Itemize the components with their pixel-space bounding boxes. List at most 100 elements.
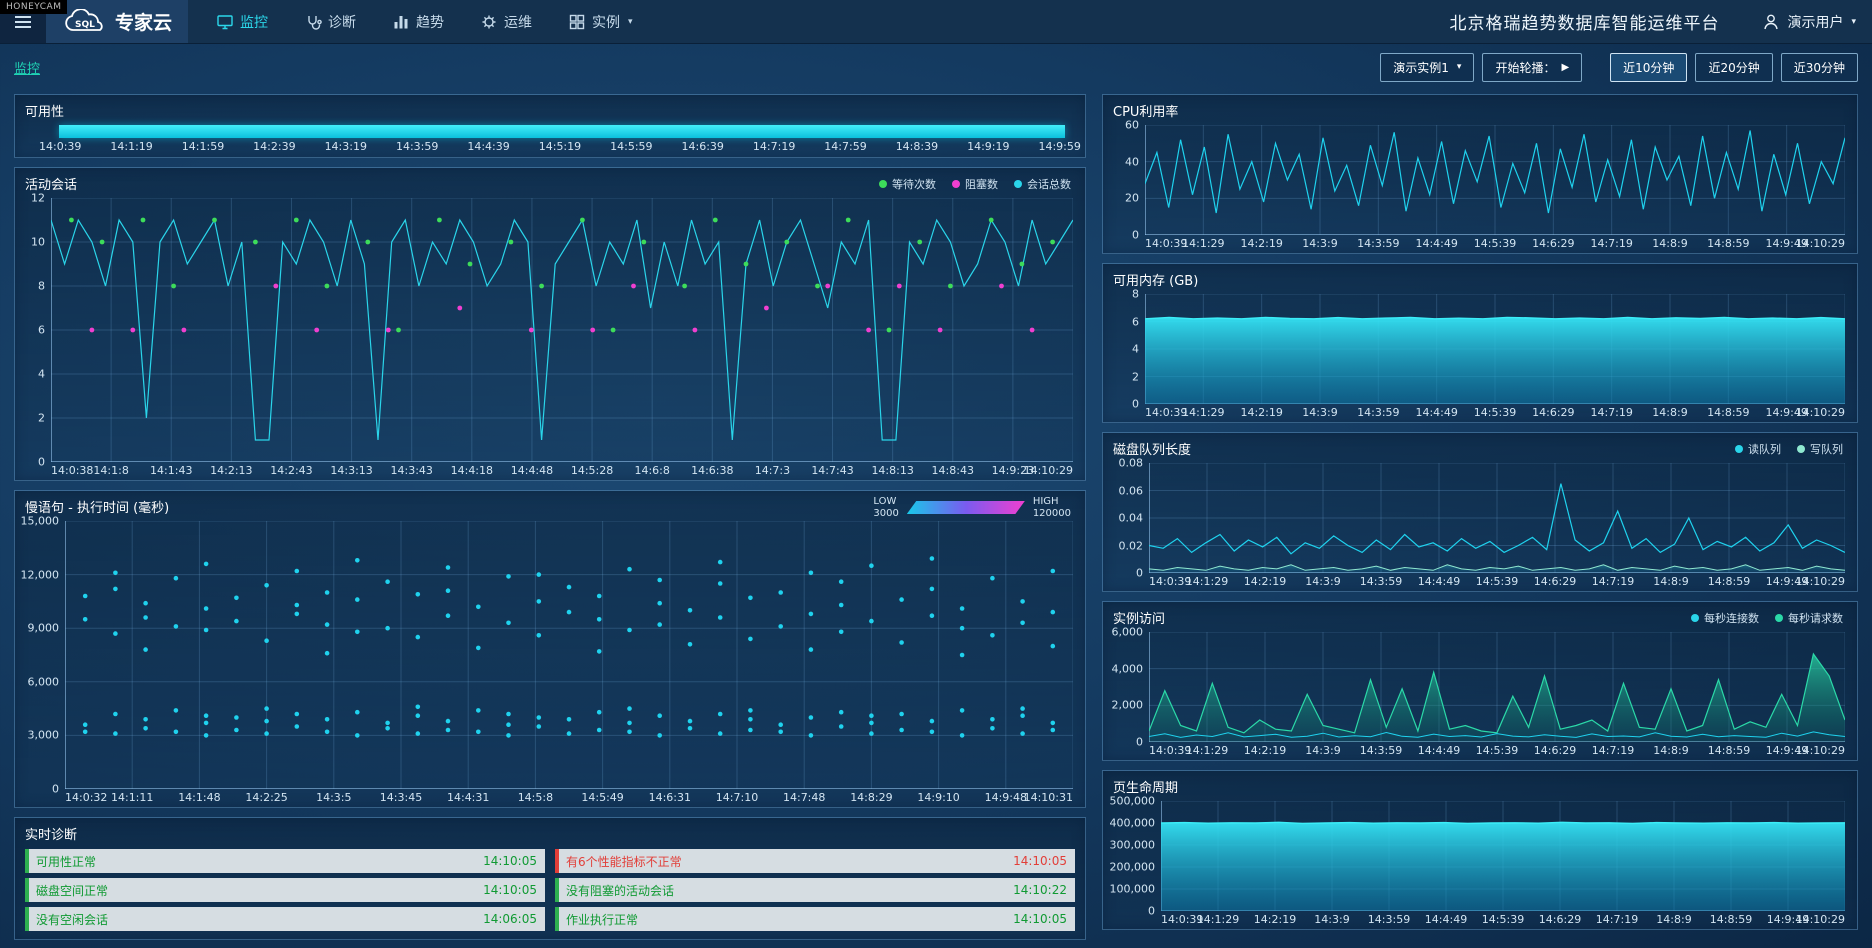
carousel-label: 开始轮播：	[1495, 59, 1555, 76]
x-tick-label: 14:3:59	[1360, 575, 1402, 588]
x-tick-label: 14:3:59	[1360, 744, 1402, 757]
nav-trend[interactable]: 趋势	[392, 0, 444, 43]
x-tick-label: 14:7:19	[1592, 575, 1634, 588]
panel-title: 实时诊断	[15, 818, 1085, 845]
x-tick-label: 14:6:31	[649, 791, 691, 804]
diagnosis-row[interactable]: 没有阻塞的活动会话14:10:22	[555, 878, 1075, 902]
x-tick-label: 14:6:8	[634, 464, 669, 477]
x-tick-label: 14:10:29	[1024, 464, 1073, 477]
x-tick-label: 14:1:29	[1186, 744, 1228, 757]
availability-bar[interactable]	[59, 125, 1065, 138]
x-tick-label: 14:6:29	[1534, 575, 1576, 588]
x-tick-label: 14:10:29	[1796, 237, 1845, 250]
instance-access-chart-svg[interactable]	[1149, 632, 1845, 742]
legend-item[interactable]: 读队列	[1735, 441, 1781, 457]
y-tick-label: 6	[1132, 315, 1139, 328]
nav-label: 诊断	[328, 12, 356, 32]
legend-dot-icon	[1735, 445, 1743, 453]
x-tick-label: 14:8:59	[1708, 744, 1750, 757]
diagnosis-row[interactable]: 可用性正常14:10:05	[25, 849, 545, 873]
page-life-panel: 页生命周期 0100,000200,000300,000400,000500,0…	[1102, 770, 1858, 930]
legend-item[interactable]: 写队列	[1797, 441, 1843, 457]
range-20min-button[interactable]: 近20分钟	[1695, 53, 1772, 82]
y-tick-label: 4	[38, 368, 45, 381]
x-tick-label: 14:3:5	[316, 791, 351, 804]
y-tick-label: 10	[31, 236, 45, 249]
y-tick-label: 0	[1132, 229, 1139, 242]
x-tick-label: 14:3:45	[380, 791, 422, 804]
plot-area[interactable]	[1145, 125, 1845, 235]
x-axis: 14:0:3914:1:2914:2:1914:3:914:3:5914:4:4…	[1145, 235, 1845, 250]
x-tick-label: 14:6:29	[1539, 913, 1581, 926]
y-axis: 0204060	[1105, 125, 1145, 250]
heat-legend: LOW 3000 HIGH 120000	[873, 496, 1071, 519]
time-label: 14:3:19	[325, 140, 367, 153]
y-axis: 024681012	[17, 198, 51, 477]
y-tick-label: 6	[38, 324, 45, 337]
page-life-chart-svg[interactable]	[1161, 801, 1845, 911]
legend: 等待次数阻塞数会话总数	[879, 176, 1071, 192]
nav-diagnosis[interactable]: 诊断	[304, 0, 356, 43]
nav-monitoring[interactable]: 监控	[216, 0, 268, 43]
diagnosis-time: 14:10:05	[483, 854, 537, 868]
legend-item[interactable]: 会话总数	[1014, 176, 1071, 192]
legend-item[interactable]: 每秒请求数	[1775, 610, 1843, 626]
slow-query-chart-svg[interactable]	[65, 521, 1073, 789]
time-label: 14:8:39	[896, 140, 938, 153]
y-tick-label: 200,000	[1110, 861, 1156, 874]
chevron-down-icon: ▾	[1457, 62, 1462, 72]
x-tick-label: 14:4:48	[511, 464, 553, 477]
x-tick-label: 14:7:19	[1590, 237, 1632, 250]
heat-high: HIGH 120000	[1033, 496, 1071, 519]
x-tick-label: 14:8:59	[1708, 575, 1750, 588]
sessions-chart-svg[interactable]	[51, 198, 1073, 462]
x-tick-label: 14:3:9	[1305, 744, 1340, 757]
plot-area[interactable]	[1149, 463, 1845, 573]
bar-chart-icon	[392, 13, 410, 31]
y-tick-label: 0	[1136, 736, 1143, 749]
diagnosis-row[interactable]: 没有空闲会话14:06:05	[25, 907, 545, 931]
diagnosis-row[interactable]: 作业执行正常 14:10:05	[555, 907, 1075, 931]
panel-title: 可用内存 (GB)	[1103, 264, 1857, 291]
logo-sql-text: SQL	[75, 20, 95, 30]
y-tick-label: 2	[38, 412, 45, 425]
memory-chart-svg[interactable]	[1145, 294, 1845, 404]
legend-item[interactable]: 等待次数	[879, 176, 936, 192]
plot-area[interactable]	[1145, 294, 1845, 404]
x-tick-label: 14:4:18	[451, 464, 493, 477]
x-tick-label: 14:3:9	[1302, 237, 1337, 250]
main-nav: 监控 诊断 趋势 运维 实例 ▾	[216, 0, 633, 43]
x-tick-label: 14:8:9	[1652, 237, 1687, 250]
x-tick-label: 14:1:29	[1182, 237, 1224, 250]
y-tick-label: 8	[38, 280, 45, 293]
time-label: 14:2:39	[253, 140, 295, 153]
legend-item[interactable]: 每秒连接数	[1691, 610, 1759, 626]
diagnosis-row[interactable]: 有6个性能指标不正常14:10:05	[555, 849, 1075, 873]
x-tick-label: 14:3:9	[1314, 913, 1349, 926]
plot-area[interactable]	[1161, 801, 1845, 911]
disk-queue-chart-svg[interactable]	[1149, 463, 1845, 573]
range-30min-button[interactable]: 近30分钟	[1781, 53, 1858, 82]
legend-item[interactable]: 阻塞数	[952, 176, 998, 192]
cpu-chart-svg[interactable]	[1145, 125, 1845, 235]
memory-panel: 可用内存 (GB) 02468 14:0:3914:1:2914:2:1914:…	[1102, 263, 1858, 423]
x-tick-label: 14:9:48	[985, 791, 1027, 804]
breadcrumb[interactable]: 监控	[14, 58, 40, 77]
page-life-chart: 0100,000200,000300,000400,000500,000 14:…	[1103, 798, 1857, 929]
instance-select[interactable]: 演示实例1 ▾	[1380, 53, 1474, 82]
diagnosis-row[interactable]: 磁盘空间正常14:10:05	[25, 878, 545, 902]
nav-operations[interactable]: 运维	[480, 0, 532, 43]
plot-area[interactable]	[1149, 632, 1845, 742]
diagnosis-time: 14:10:22	[1013, 883, 1067, 897]
range-10min-button[interactable]: 近10分钟	[1610, 53, 1687, 82]
x-tick-label: 14:6:29	[1532, 406, 1574, 419]
legend-label: 等待次数	[892, 176, 936, 192]
y-tick-label: 4	[1132, 343, 1139, 356]
nav-instances[interactable]: 实例 ▾	[568, 0, 633, 43]
diagnosis-time: 14:10:05	[1013, 912, 1067, 926]
plot-area[interactable]	[65, 521, 1073, 789]
carousel-button[interactable]: 开始轮播： ▶	[1482, 53, 1582, 82]
plot-area[interactable]	[51, 198, 1073, 462]
diagnosis-text: 作业执行正常	[566, 911, 638, 928]
user-menu[interactable]: 演示用户 ▾	[1761, 12, 1856, 32]
